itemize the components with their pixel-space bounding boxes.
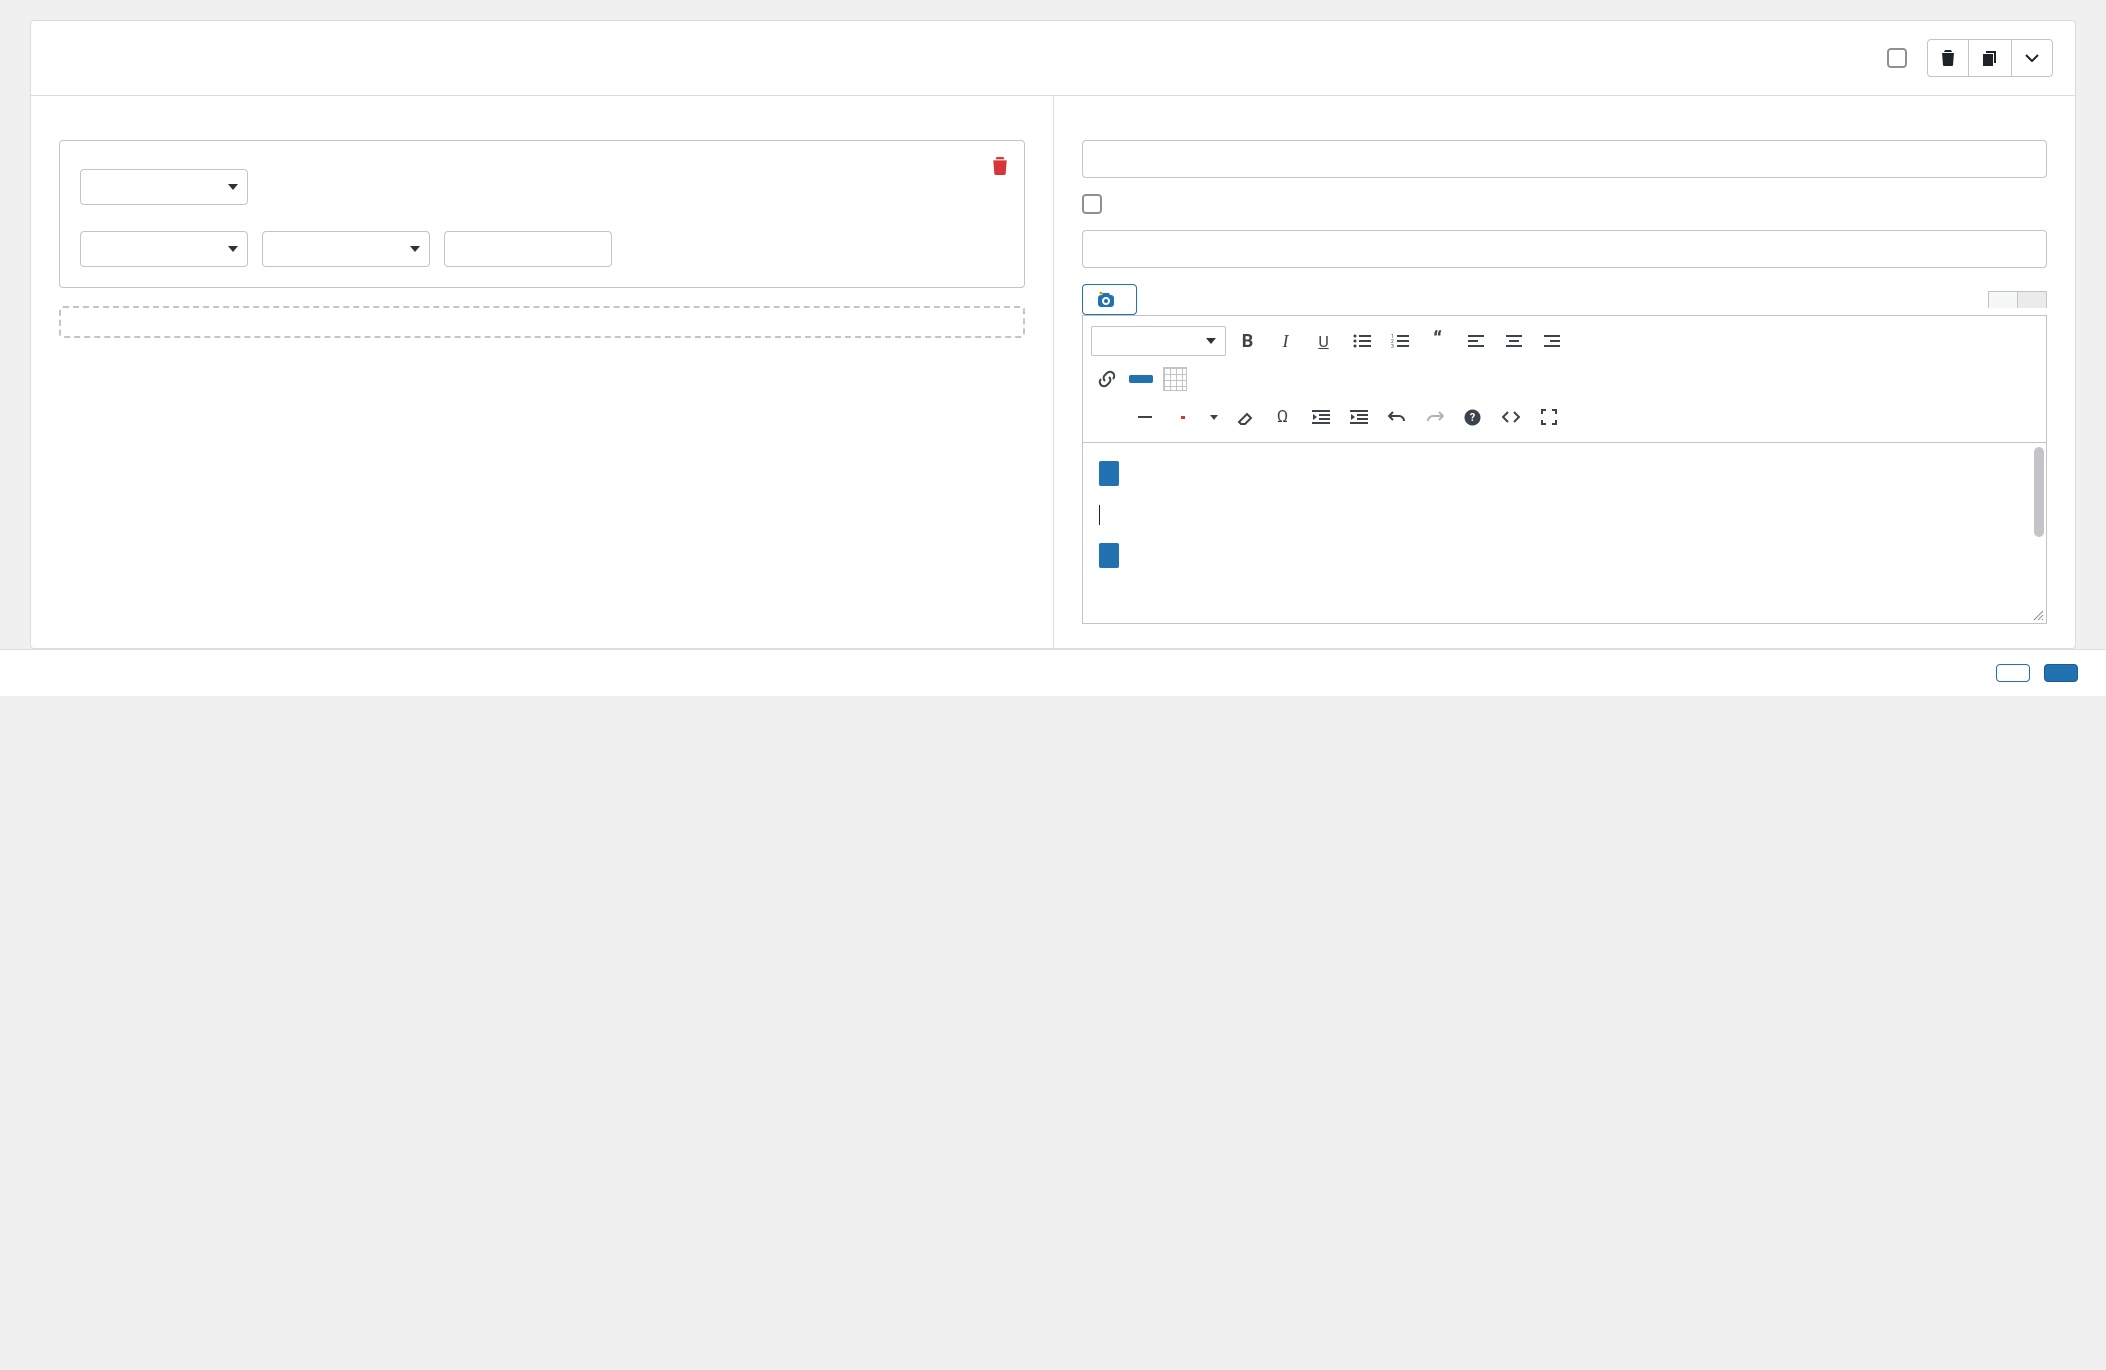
camera-icon (1097, 292, 1115, 307)
eraser-icon (1236, 409, 1254, 425)
numbered-list-icon: 123 (1391, 334, 1409, 348)
outdent-button[interactable] (1305, 402, 1337, 432)
text-color-arrow[interactable] (1205, 402, 1223, 432)
editor-content[interactable] (1083, 443, 2047, 623)
insert-variables-button[interactable] (1996, 664, 2030, 682)
editor: B I U 123 “ (1082, 315, 2048, 624)
footer-bar (0, 649, 2106, 696)
caret-down-icon (1210, 415, 1218, 420)
outdent-icon (1312, 410, 1330, 424)
format-dropdown[interactable] (1091, 326, 1226, 356)
variable-chip-username (1099, 461, 1119, 486)
help-icon: ? (1464, 409, 1481, 426)
reply-to-checkbox[interactable] (1082, 194, 2048, 214)
fullscreen-icon (1541, 409, 1557, 425)
link-button[interactable] (1091, 364, 1123, 394)
code-icon (1502, 411, 1520, 423)
align-right-icon (1544, 335, 1560, 347)
delete-condition-button[interactable] (992, 157, 1008, 175)
bold-button[interactable]: B (1232, 326, 1264, 356)
expand-button[interactable] (2011, 39, 2053, 77)
numbered-list-button[interactable]: 123 (1384, 326, 1416, 356)
tab-text[interactable] (2018, 292, 2046, 308)
checkbox-icon (1887, 48, 1907, 68)
align-left-button[interactable] (1460, 326, 1492, 356)
subject-input[interactable] (1082, 230, 2048, 268)
when-panel (31, 96, 1054, 648)
undo-icon (1388, 410, 1406, 424)
mark-default-checkbox[interactable] (1887, 48, 1915, 68)
delete-button[interactable] (1927, 39, 1969, 77)
copy-icon (1983, 51, 1998, 66)
special-char-button[interactable]: Ω (1267, 402, 1299, 432)
chevron-down-icon (2025, 54, 2039, 62)
value-input[interactable] (444, 231, 612, 267)
grid-icon (1163, 367, 1187, 391)
align-right-button[interactable] (1536, 326, 1568, 356)
text-color-button[interactable] (1167, 402, 1199, 432)
resize-handle-icon[interactable] (2032, 609, 2044, 621)
duplicate-button[interactable] (1969, 39, 2011, 77)
italic-button[interactable]: I (1270, 326, 1302, 356)
template-header (31, 21, 2075, 96)
indent-icon (1350, 410, 1368, 424)
variables-button[interactable] (1129, 375, 1153, 383)
align-left-icon (1468, 335, 1484, 347)
editor-scrollbar[interactable] (2034, 447, 2044, 603)
tab-visual[interactable] (1989, 292, 2018, 308)
strikethrough-button[interactable] (1091, 402, 1123, 432)
fullscreen-button[interactable] (1533, 402, 1565, 432)
redo-button[interactable] (1419, 402, 1451, 432)
add-media-button[interactable] (1082, 284, 1137, 315)
align-center-button[interactable] (1498, 326, 1530, 356)
scrollbar-thumb[interactable] (2034, 447, 2044, 537)
horizontal-rule-button[interactable] (1129, 402, 1161, 432)
condition-card (59, 140, 1025, 288)
condition-dropdown[interactable] (262, 231, 430, 267)
bullet-list-icon (1353, 334, 1371, 348)
bullet-list-button[interactable] (1346, 326, 1378, 356)
trash-icon (992, 157, 1008, 175)
recipient-input[interactable] (1082, 140, 2048, 178)
send-panel: B I U 123 “ (1054, 96, 2076, 648)
redo-icon (1426, 410, 1444, 424)
quote-button[interactable]: “ (1422, 326, 1454, 356)
underline-button[interactable]: U (1308, 326, 1340, 356)
code-button[interactable] (1495, 402, 1527, 432)
svg-text:?: ? (1470, 411, 1476, 424)
clear-formatting-button[interactable] (1229, 402, 1261, 432)
svg-text:3: 3 (1391, 344, 1394, 348)
help-button[interactable]: ? (1457, 402, 1489, 432)
checkbox-icon (1082, 194, 1102, 214)
trash-icon (1941, 50, 1955, 66)
undo-button[interactable] (1381, 402, 1413, 432)
calc-type-dropdown[interactable] (80, 231, 248, 267)
toolbar-toggle-button[interactable] (1159, 364, 1191, 394)
align-center-icon (1506, 335, 1522, 347)
text-cursor (1099, 505, 1100, 525)
link-icon (1098, 370, 1116, 388)
editor-toolbar: B I U 123 “ (1083, 316, 2047, 443)
add-condition-button[interactable] (59, 306, 1025, 338)
variable-chip-qa (1099, 543, 1119, 568)
indent-button[interactable] (1343, 402, 1375, 432)
save-emails-button[interactable] (2044, 664, 2078, 682)
select-mode-dropdown[interactable] (80, 169, 248, 205)
